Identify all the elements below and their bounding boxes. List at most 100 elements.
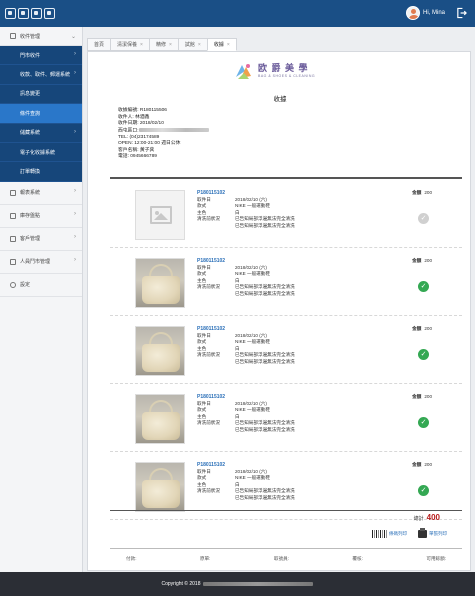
check-icon[interactable]: ✓ — [418, 485, 429, 496]
receipt-info: 收據編號: R180115506 收件人: 林酒鑫 收件日期: 2018/02/… — [118, 108, 209, 161]
top-bar: Hi, Mina — [0, 0, 475, 27]
customer-icon — [10, 235, 16, 242]
tab-bar: 首頁 清潔保養 × 精修 × 試館 × 收據 × — [87, 38, 237, 51]
sidebar-item-reports[interactable]: 報表系統 › — [0, 182, 82, 205]
receipt-panel: 欧 爵 美 學 BAG & SHOES & CLEANING 收據 收據編號: … — [87, 51, 471, 571]
tab-refine[interactable]: 精修 × — [148, 38, 178, 51]
sidebar-item-inventory[interactable]: 庫存盤點 › — [0, 205, 82, 228]
tab-cleaning[interactable]: 清潔保養 × — [110, 38, 149, 51]
order-number[interactable]: P180115102 — [197, 258, 225, 264]
sidebar-item-customers[interactable]: 客戶管理 › — [0, 228, 82, 251]
order-field-labels: 取件日 款式 主色 清洗前狀況 — [197, 469, 220, 494]
sidebar-item-settings[interactable]: 設定 — [0, 274, 82, 297]
order-field-values: 2018/02/10 (六) NIKE 一般運動鞋白已告知局部浮邊無法完全清洗 已告… — [235, 333, 295, 364]
signature-payment: 付款: — [126, 556, 137, 561]
sidebar-subitem-storage[interactable]: 儲藏系統 › — [0, 123, 82, 143]
user-menu[interactable]: Hi, Mina — [405, 6, 445, 20]
check-icon[interactable]: ✓ — [418, 349, 429, 360]
product-photo — [135, 326, 185, 376]
sidebar-subitem-store-receive[interactable]: 門市收件 › — [0, 46, 82, 66]
tab-trial[interactable]: 試館 × — [177, 38, 207, 51]
divider — [110, 177, 462, 179]
check-icon[interactable]: ✓ — [418, 213, 429, 224]
chevron-right-icon: › — [74, 187, 76, 194]
brand-logo: 欧 爵 美 學 BAG & SHOES & CLEANING — [234, 59, 328, 85]
order-field-values: 2018/02/10 (六) NIKE 一般運動鞋白已告知局部浮邊無法完全清洗 已告… — [235, 469, 295, 500]
order-amount: 金額 200 — [412, 462, 432, 467]
order-number[interactable]: P180115102 — [197, 462, 225, 468]
inventory-icon — [10, 212, 16, 219]
print-button[interactable]: 單張列印 — [418, 528, 447, 538]
chevron-right-icon: › — [74, 70, 76, 77]
chevron-right-icon: › — [74, 233, 76, 240]
divider — [110, 548, 462, 549]
app-logo[interactable] — [5, 8, 55, 19]
order-amount: 金額 200 — [412, 190, 432, 195]
redacted-company — [203, 582, 314, 586]
chevron-right-icon: › — [74, 51, 76, 57]
order-field-labels: 取件日 款式 主色 清洗前狀況 — [197, 197, 220, 222]
sidebar-subitem-payment[interactable]: 收款、取件、郵運系統 › — [0, 65, 82, 85]
order-field-labels: 取件日 款式 主色 清洗前狀況 — [197, 401, 220, 426]
order-row: P180115102 取件日 款式 主色 清洗前狀況 2018/02/10 (六) NI… — [110, 384, 462, 452]
receipt-total: 總計 400 — [413, 513, 440, 522]
order-field-values: 2018/02/10 (六) NIKE 一般運動鞋白已告知局部浮邊無法完全清洗 已告… — [235, 401, 295, 432]
inbox-icon — [10, 33, 16, 39]
report-icon — [10, 189, 16, 196]
redacted-address — [138, 127, 209, 132]
sidebar-subitem-message[interactable]: 訊息變更 — [0, 84, 82, 105]
order-field-values: 2018/02/10 (六) NIKE 一般運動鞋白已告知局部浮邊無法完全清洗 已告… — [235, 265, 295, 296]
close-icon[interactable]: × — [227, 42, 230, 48]
order-row: P180115102 取件日 款式 主色 清洗前狀況 2018/02/10 (六) NI… — [110, 180, 462, 248]
tab-home[interactable]: 首頁 — [87, 38, 111, 51]
gear-icon — [10, 281, 16, 288]
sidebar-subitem-order-convert[interactable]: 訂單轉換 — [0, 162, 82, 182]
order-amount: 金額 200 — [412, 258, 432, 263]
tab-receipt[interactable]: 收據 × — [206, 38, 237, 51]
chevron-right-icon: › — [74, 256, 76, 263]
image-placeholder — [135, 190, 185, 240]
sidebar-item-staff[interactable]: 人員鬥市管理 › — [0, 251, 82, 274]
copyright: Copyright © 2018 — [161, 581, 201, 587]
avatar — [405, 6, 420, 20]
chevron-down-icon: ⌄ — [70, 34, 76, 40]
barcode-icon — [372, 530, 387, 538]
order-number[interactable]: P180115102 — [197, 394, 225, 400]
receipt-title: 收據 — [273, 96, 287, 103]
divider — [110, 510, 462, 511]
signature-clerk: 取號員: — [273, 556, 289, 561]
people-icon — [10, 258, 16, 265]
product-photo — [135, 394, 185, 444]
signature-review: 覆核: — [352, 556, 363, 561]
signature-row: 付款: 原單: 取號員: 覆核: 可用餘額: — [110, 556, 462, 562]
brand-mark-icon — [236, 64, 251, 79]
close-icon[interactable]: × — [169, 42, 172, 48]
barcode-print-button[interactable]: 條碼列印 — [372, 530, 407, 538]
check-icon[interactable]: ✓ — [418, 417, 429, 428]
signature-original: 原單: — [199, 556, 211, 561]
order-number[interactable]: P180115102 — [197, 326, 225, 332]
close-icon[interactable]: × — [140, 42, 143, 48]
close-icon[interactable]: × — [198, 42, 201, 48]
order-field-labels: 取件日 款式 主色 清洗前狀況 — [197, 265, 220, 290]
order-field-labels: 取件日 款式 主色 清洗前狀況 — [197, 333, 220, 358]
sidebar: 收件管理 ⌄ 門市收件 › 收款、取件、郵運系統 › 訊息變更 條件查詢 儲藏系… — [0, 27, 83, 572]
order-amount: 金額 200 — [412, 326, 432, 331]
signature-balance: 可用餘額: — [426, 556, 446, 561]
chevron-right-icon: › — [74, 210, 76, 217]
printer-icon — [418, 528, 427, 538]
sidebar-subitem-query[interactable]: 條件查詢 — [0, 104, 82, 124]
chevron-right-icon: › — [74, 128, 76, 135]
product-photo — [135, 258, 185, 308]
order-row: P180115102 取件日 款式 主色 清洗前狀況 2018/02/10 (六) NI… — [110, 316, 462, 384]
user-greeting: Hi, Mina — [422, 10, 445, 16]
sidebar-subitem-e-receipt[interactable]: 電子化收據系統 — [0, 142, 82, 163]
sidebar-item-inbox[interactable]: 收件管理 ⌄ — [0, 27, 82, 46]
check-icon[interactable]: ✓ — [418, 281, 429, 292]
order-amount: 金額 200 — [412, 394, 432, 399]
order-field-values: 2018/02/10 (六) NIKE 一般運動鞋白已告知局部浮邊無法完全清洗 已告… — [235, 197, 295, 228]
image-icon — [150, 206, 172, 224]
footer: Copyright © 2018 — [0, 572, 475, 596]
order-number[interactable]: P180115102 — [197, 190, 225, 196]
logout-icon[interactable] — [456, 7, 467, 19]
